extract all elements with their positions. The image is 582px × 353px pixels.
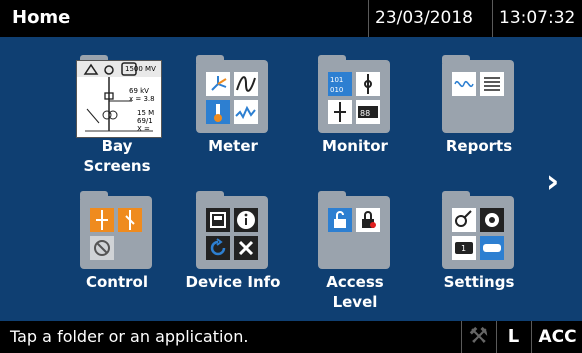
svg-text:1: 1 xyxy=(461,244,466,253)
access-level-label: Access Level xyxy=(326,273,384,311)
bay-screens-label: Bay Screens xyxy=(83,137,151,175)
access-indicator[interactable]: ACC xyxy=(531,321,582,353)
access-level-folder-icon xyxy=(318,191,390,269)
port-settings-icon xyxy=(480,236,504,260)
thermometer-icon xyxy=(206,100,230,124)
unlock-icon xyxy=(328,208,352,232)
meter-folder[interactable]: Meter xyxy=(178,55,288,180)
breaker-control-icon xyxy=(90,208,114,232)
refresh-icon xyxy=(206,236,230,260)
info-icon xyxy=(234,208,258,232)
diagram-label-4: 15 M xyxy=(137,109,155,117)
tools-icon xyxy=(234,236,258,260)
monitor-folder[interactable]: 101 010 88 Monitor xyxy=(300,55,410,180)
device-info-folder[interactable]: Device Info xyxy=(178,191,288,316)
home-screen: Home 23/03/2018 13:07:32 1500 MV 69 kV x xyxy=(0,0,582,353)
phasor-icon xyxy=(206,72,230,96)
report-list-icon xyxy=(480,72,504,96)
binary-data-icon: 101 010 xyxy=(328,72,352,96)
svg-text:101: 101 xyxy=(330,76,343,84)
group-settings-icon: 1 xyxy=(452,236,476,260)
access-level-folder[interactable]: Access Level xyxy=(300,191,410,316)
blocked-control-icon xyxy=(90,236,114,260)
local-indicator[interactable]: L xyxy=(496,321,530,353)
counter-icon: 88 xyxy=(356,100,380,124)
svg-text:88: 88 xyxy=(360,109,370,118)
diagram-label-1: 1500 MV xyxy=(125,65,156,73)
reports-label: Reports xyxy=(445,137,513,155)
diagram-label-3: x = 3.8 xyxy=(129,95,155,103)
waveform-icon xyxy=(234,72,258,96)
connection-icon xyxy=(452,208,476,232)
settings-label: Settings xyxy=(443,273,515,291)
device-icon xyxy=(206,208,230,232)
gear-icon xyxy=(480,208,504,232)
chevron-right-icon[interactable]: › xyxy=(546,162,572,200)
top-bar: Home 23/03/2018 13:07:32 xyxy=(0,0,582,37)
switch-icon xyxy=(328,100,352,124)
control-label: Control xyxy=(85,273,148,291)
device-info-label: Device Info xyxy=(185,273,281,291)
time-display: 13:07:32 xyxy=(492,0,582,37)
status-bar: Tap a folder or an application. ⚒ L ACC xyxy=(0,321,582,353)
diagram-label-5: 69/1 xyxy=(137,117,153,125)
bay-single-line-diagram: 1500 MV 69 kV x = 3.8 15 M 69/1 X = xyxy=(76,60,162,138)
diagram-label-2: 69 kV xyxy=(129,87,149,95)
tools-icon[interactable]: ⚒ xyxy=(461,321,495,353)
report-chart-icon xyxy=(452,72,476,96)
control-folder[interactable]: Control xyxy=(62,191,172,316)
reports-folder[interactable]: Reports xyxy=(424,55,534,180)
trend-icon xyxy=(234,100,258,124)
date-display: 23/03/2018 xyxy=(368,0,493,37)
bay-screens-folder[interactable]: 1500 MV 69 kV x = 3.8 15 M 69/1 X = Bay … xyxy=(62,55,172,180)
page-title: Home xyxy=(12,7,71,28)
reports-folder-icon xyxy=(442,55,514,133)
monitor-label: Monitor xyxy=(322,137,388,155)
status-message: Tap a folder or an application. xyxy=(10,327,249,346)
breaker-icon xyxy=(356,72,380,96)
meter-label: Meter xyxy=(208,137,258,155)
svg-text:010: 010 xyxy=(330,86,343,94)
diagram-label-6: X = xyxy=(137,125,150,133)
settings-folder[interactable]: 1 Settings xyxy=(424,191,534,316)
lock-icon xyxy=(356,208,380,232)
disconnector-control-icon xyxy=(118,208,142,232)
